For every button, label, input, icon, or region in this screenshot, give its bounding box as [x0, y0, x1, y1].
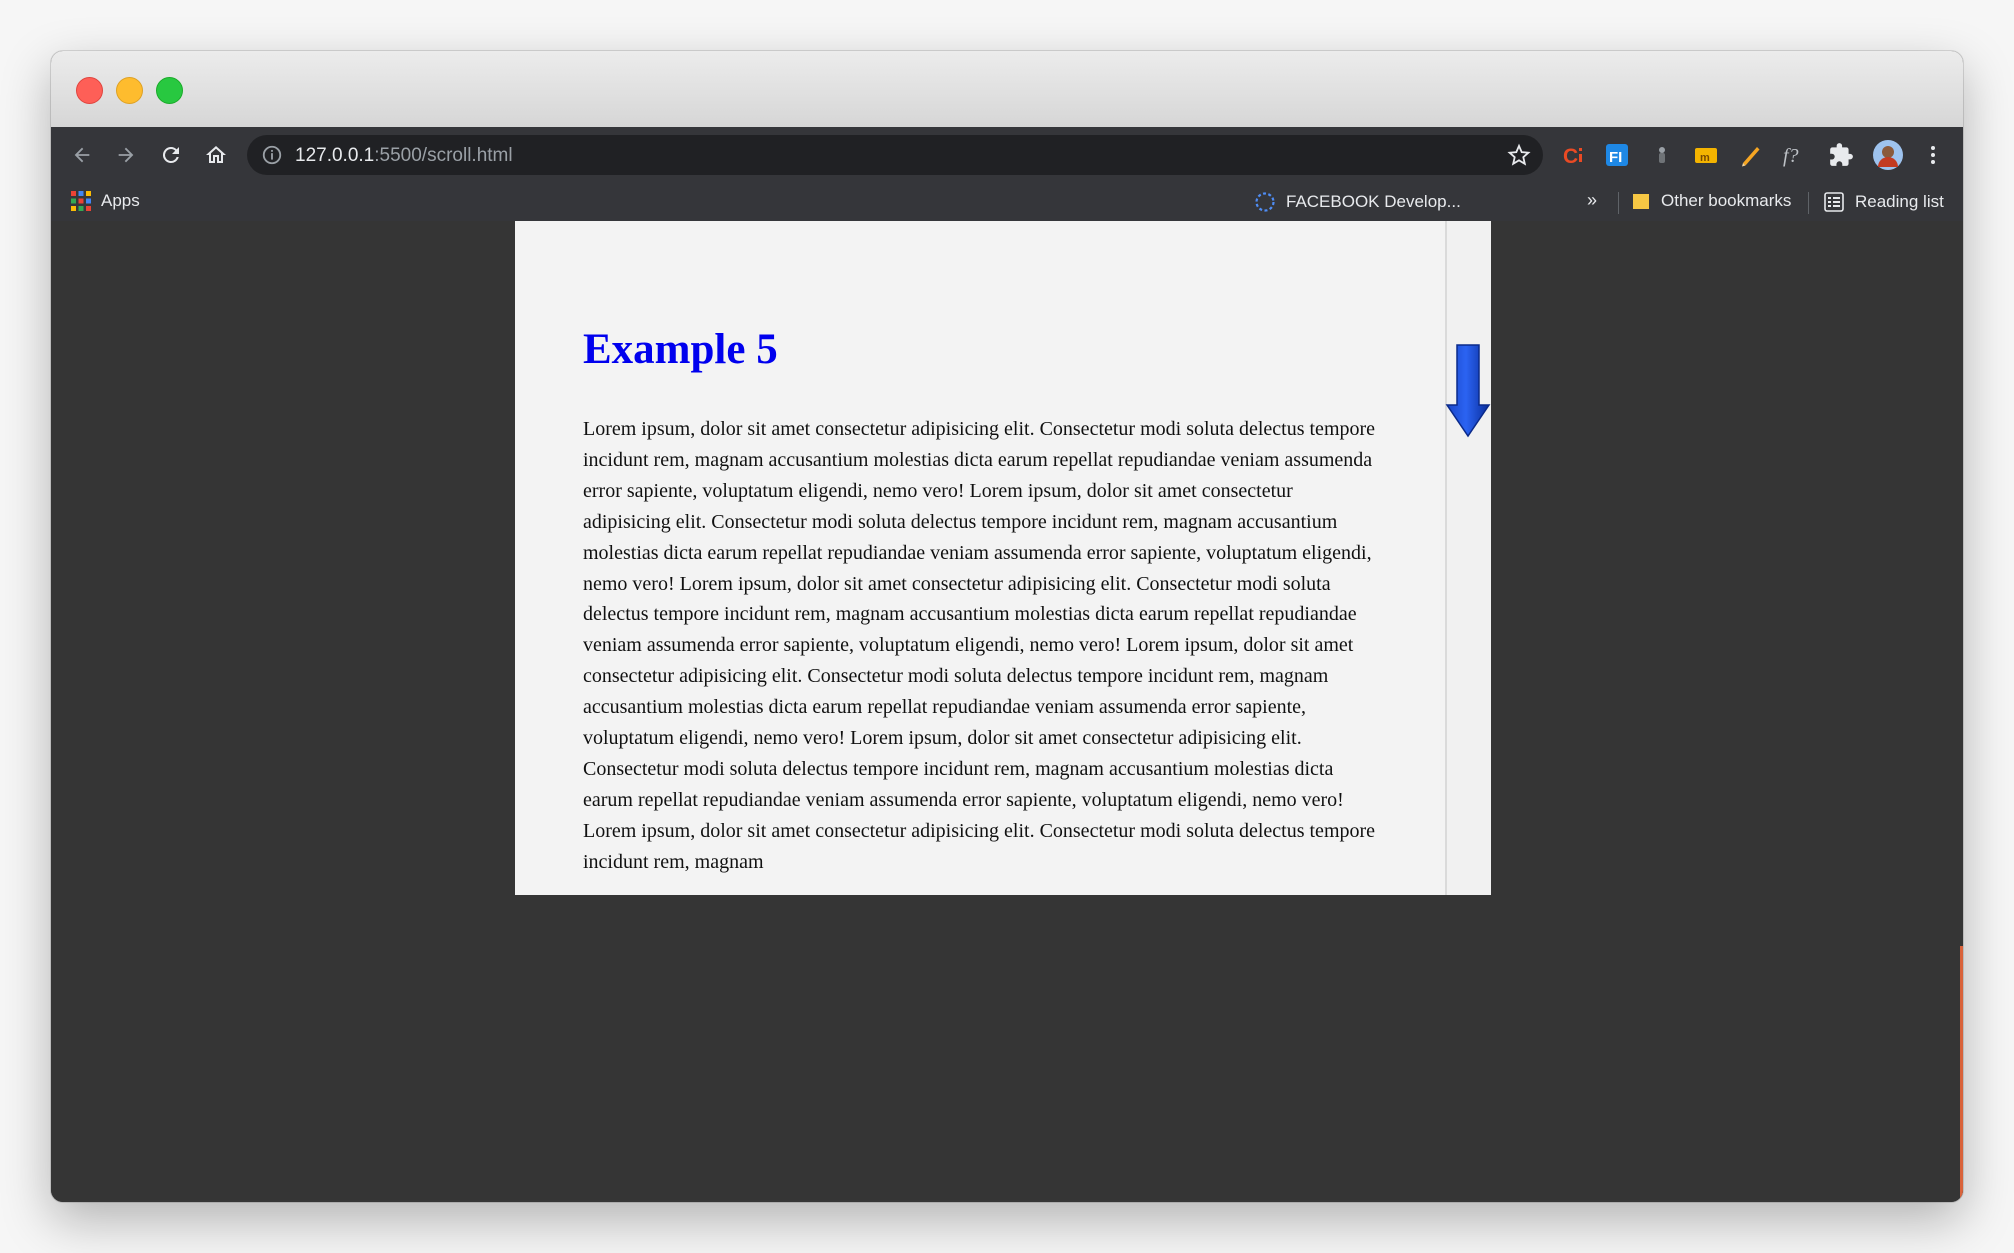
svg-text:FI: FI	[1609, 149, 1622, 166]
reading-list-label: Reading list	[1855, 192, 1944, 211]
formula-icon[interactable]: f?	[1782, 141, 1810, 169]
back-button[interactable]	[67, 140, 97, 170]
page-viewport: Example 5 Lorem ipsum, dolor sit amet co…	[51, 221, 1963, 1202]
svg-text:f?: f?	[1783, 145, 1799, 167]
arrow-right-icon	[118, 147, 134, 163]
info-icon[interactable]	[261, 144, 283, 166]
dropper-icon[interactable]	[1648, 141, 1676, 169]
reload-icon	[162, 146, 179, 163]
apps-grid-icon	[71, 191, 91, 211]
more-vert-icon	[1931, 146, 1935, 164]
browser-window: 127.0.0.1:5500/scroll.html C FI m f? App…	[51, 51, 1963, 1202]
browser-menu-button[interactable]	[1919, 141, 1947, 169]
forward-button[interactable]	[111, 140, 141, 170]
url-path: :5500/scroll.html	[374, 145, 513, 166]
bookmark-other[interactable]: Other bookmarks	[1631, 191, 1791, 211]
pencil-icon[interactable]	[1737, 141, 1765, 169]
bookmark-facebook-label: FACEBOOK Develop...	[1286, 192, 1461, 211]
reading-list-button[interactable]: Reading list	[1823, 191, 1944, 213]
url-host: 127.0.0.1	[295, 145, 375, 166]
minimize-window-button[interactable]	[116, 77, 143, 104]
gmail-ext-icon[interactable]: m	[1692, 141, 1720, 169]
scroll-down-button[interactable]	[1445, 341, 1491, 441]
window-edge-accent	[1960, 946, 1963, 1202]
svg-text:m: m	[1700, 152, 1710, 164]
bookmark-apps[interactable]: Apps	[71, 191, 140, 211]
bookmarks-overflow-button[interactable]: »	[1587, 190, 1597, 211]
bookmark-other-label: Other bookmarks	[1661, 191, 1792, 210]
address-bar[interactable]: 127.0.0.1:5500/scroll.html	[247, 135, 1543, 175]
close-window-button[interactable]	[76, 77, 103, 104]
puzzle-icon[interactable]	[1827, 141, 1855, 169]
fi-extension-icon[interactable]: FI	[1603, 141, 1631, 169]
page-title: Example 5	[583, 326, 778, 373]
arrow-down-icon	[1445, 344, 1491, 438]
profile-avatar[interactable]	[1872, 139, 1904, 171]
zoom-window-button[interactable]	[156, 77, 183, 104]
chevron-double-right-icon: »	[1587, 190, 1598, 210]
avatar-icon	[1873, 140, 1903, 170]
folder-icon	[1633, 194, 1649, 209]
arrow-left-icon	[74, 147, 90, 163]
reload-button[interactable]	[156, 140, 186, 170]
reading-list-icon	[1824, 192, 1844, 212]
browser-toolbar: 127.0.0.1:5500/scroll.html C FI m f?	[51, 127, 1963, 183]
bookmark-apps-label: Apps	[101, 191, 140, 210]
body-text: Lorem ipsum, dolor sit amet consectetur …	[583, 418, 1376, 873]
home-button[interactable]	[201, 140, 231, 170]
bookmark-facebook[interactable]: FACEBOOK Develop...	[1254, 191, 1461, 213]
url-text: 127.0.0.1:5500/scroll.html	[295, 145, 513, 167]
colorzilla-icon[interactable]: C	[1559, 141, 1587, 169]
svg-text:C: C	[1563, 145, 1578, 168]
bookmarks-divider	[1618, 192, 1619, 214]
bookmark-star-icon[interactable]	[1507, 143, 1531, 167]
scrollbar-track[interactable]	[1445, 221, 1491, 895]
bookmarks-divider	[1808, 192, 1809, 214]
title-bar	[51, 51, 1963, 127]
scroll-container[interactable]: Example 5 Lorem ipsum, dolor sit amet co…	[515, 221, 1491, 895]
loading-spinner-icon	[1255, 192, 1275, 212]
bookmarks-bar: Apps FACEBOOK Develop... » Other bookmar…	[51, 183, 1963, 221]
home-icon	[206, 146, 226, 163]
